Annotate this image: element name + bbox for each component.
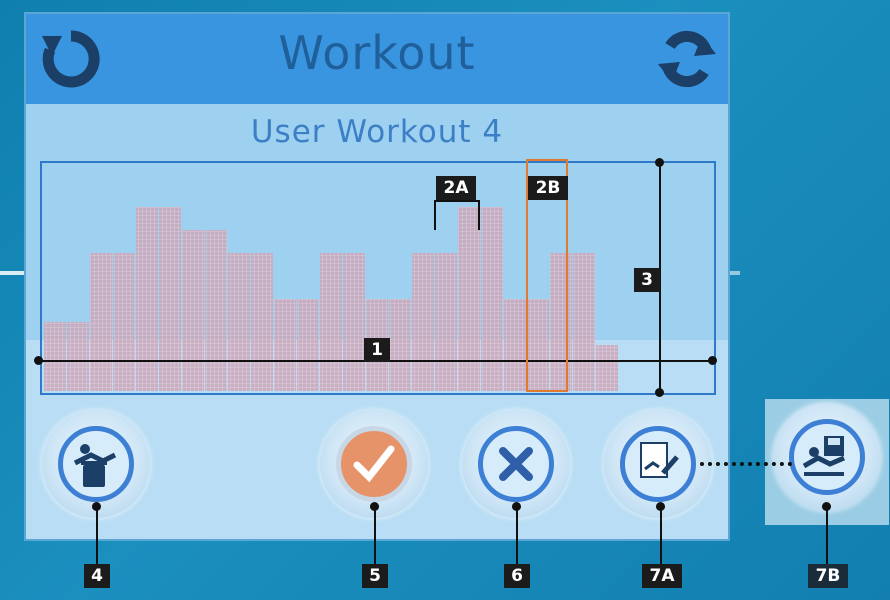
callout-4-dot <box>92 502 101 511</box>
callout-7b-label: 7B <box>808 564 848 588</box>
profile-segment[interactable] <box>573 253 595 391</box>
callout-4-label: 4 <box>84 564 110 588</box>
edit-workout-icon <box>640 442 679 478</box>
callout-7-connector <box>700 462 792 466</box>
profile-segment[interactable] <box>297 299 319 391</box>
callout-2a-left <box>434 200 436 230</box>
checkmark-icon <box>353 445 395 483</box>
callout-7a-line <box>660 506 662 564</box>
profile-segment[interactable] <box>343 253 365 391</box>
profile-segment[interactable] <box>90 253 112 391</box>
callout-2a-right <box>478 200 480 230</box>
callout-7a-label: 7A <box>642 564 682 588</box>
workout-subtitle: User Workout 4 <box>250 114 504 150</box>
callout-3-dot-bottom <box>655 388 664 397</box>
callout-4-line <box>96 506 98 564</box>
profile-segment[interactable] <box>159 207 181 391</box>
refresh-icon[interactable] <box>656 28 718 90</box>
profile-segment[interactable] <box>67 322 89 391</box>
callout-2a-label: 2A <box>436 176 476 200</box>
profile-segment[interactable] <box>320 253 342 391</box>
profile-segment[interactable] <box>412 253 434 391</box>
profile-segment[interactable] <box>481 207 503 391</box>
page-title: Workout <box>278 26 476 80</box>
callout-1-label: 1 <box>364 338 390 362</box>
callout-7b-line <box>826 506 828 564</box>
profile-segment[interactable] <box>44 322 66 391</box>
save-workout-icon <box>802 436 845 476</box>
header-bar: Workout <box>26 14 728 104</box>
callout-1-dot-left <box>34 356 43 365</box>
callout-7b-dot <box>822 502 831 511</box>
callout-2a-top <box>434 200 480 202</box>
profile-segment[interactable] <box>113 253 135 391</box>
profile-segment[interactable] <box>458 207 480 391</box>
callout-5-label: 5 <box>362 564 388 588</box>
callout-5-dot <box>370 502 379 511</box>
callout-6-line <box>516 506 518 564</box>
callout-6-label: 6 <box>504 564 530 588</box>
delete-user-icon <box>73 444 117 487</box>
callout-7a-dot <box>656 502 665 511</box>
profile-segment[interactable] <box>251 253 273 391</box>
callout-1-dot-right <box>708 356 717 365</box>
profile-segment[interactable] <box>274 299 296 391</box>
profile-segment[interactable] <box>182 230 204 391</box>
cancel-x-icon <box>499 447 533 481</box>
profile-segment[interactable] <box>389 299 411 391</box>
callout-6-dot <box>512 502 521 511</box>
profile-segment[interactable] <box>596 345 618 391</box>
workout-screen: Workout User Workout 4 <box>24 12 730 541</box>
profile-segment[interactable] <box>136 207 158 391</box>
callout-5-line <box>374 506 376 564</box>
callout-2b-label: 2B <box>528 176 568 200</box>
profile-segment[interactable] <box>435 253 457 391</box>
profile-segment[interactable] <box>504 299 526 391</box>
save-workout-button[interactable] <box>773 403 881 511</box>
profile-segment[interactable] <box>228 253 250 391</box>
profile-segment[interactable] <box>205 230 227 391</box>
callout-3-label: 3 <box>634 268 660 292</box>
callout-3-dot-top <box>655 158 664 167</box>
